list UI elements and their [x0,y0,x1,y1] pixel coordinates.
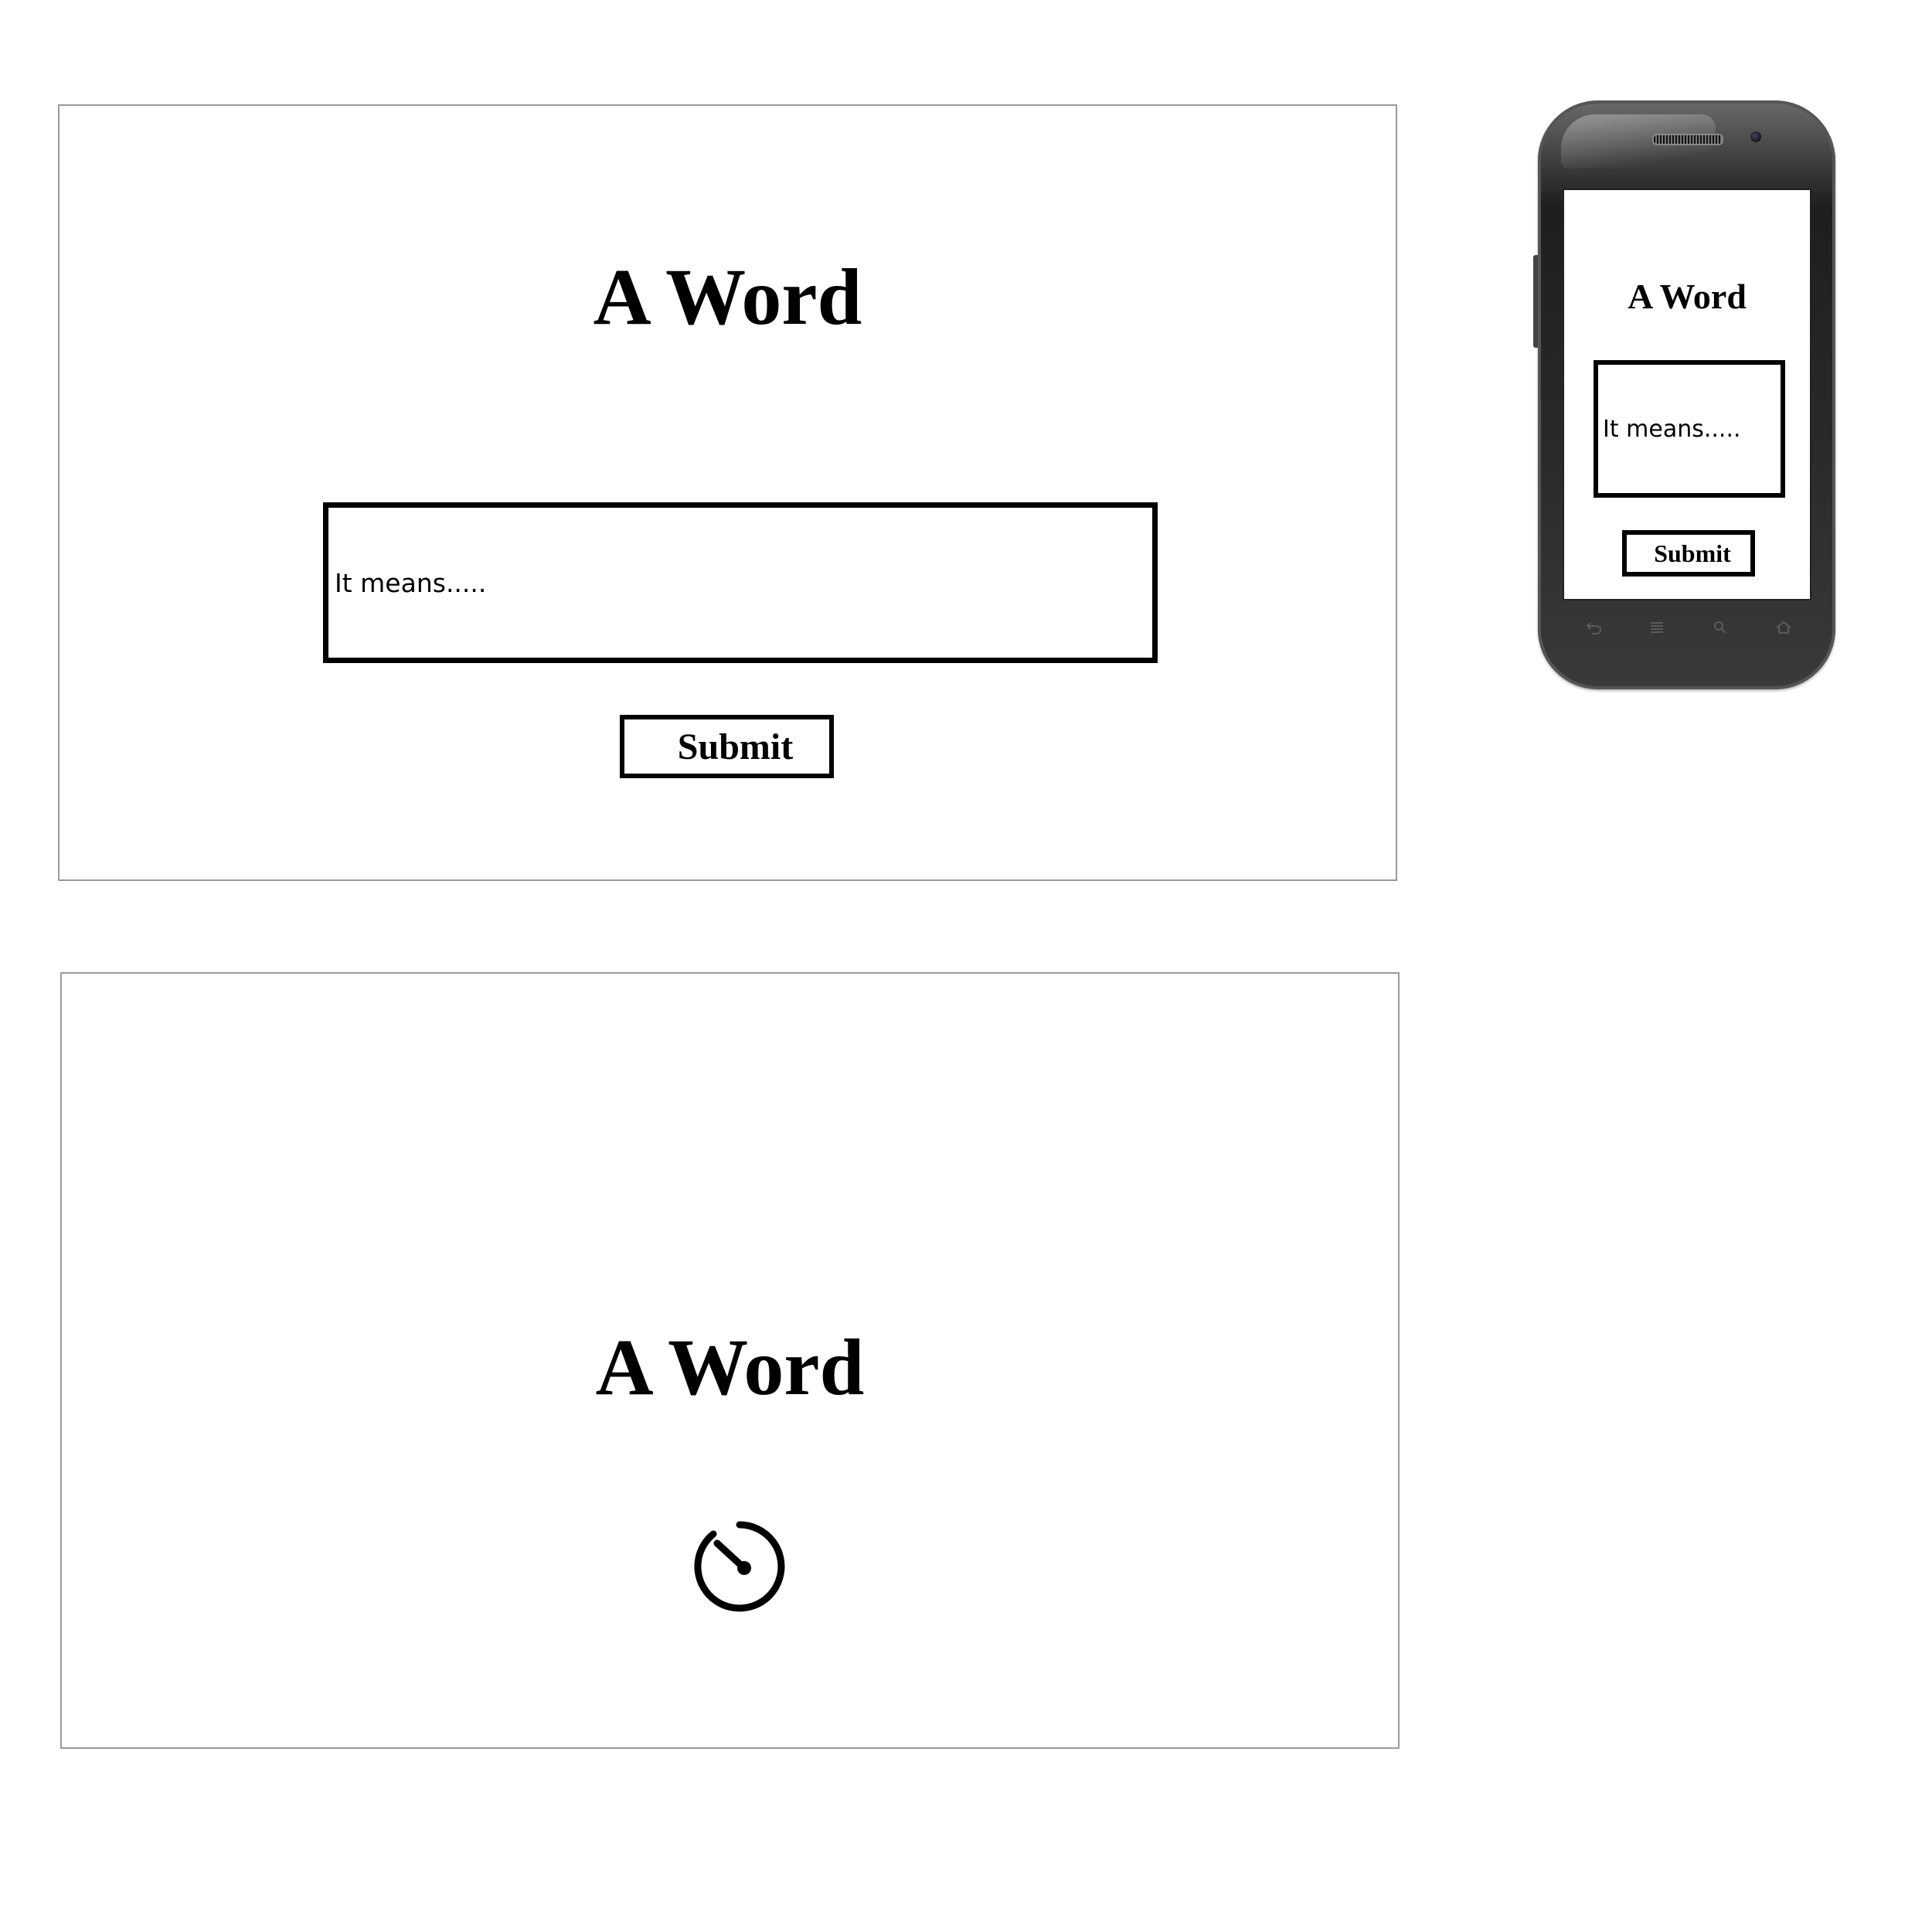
menu-icon[interactable] [1646,619,1668,636]
page-title: A Word [593,253,862,342]
camera-icon [1750,131,1761,142]
mobile-submit-button[interactable]: Submit [1622,530,1755,577]
phone-nav-bar [1577,617,1801,638]
meaning-input[interactable]: It means..... [323,502,1158,663]
submit-button[interactable]: Submit [620,715,834,778]
phone-speaker [1652,134,1723,145]
back-icon[interactable] [1583,619,1604,636]
phone-screen: A Word It means..... Submit [1563,189,1811,600]
mobile-meaning-input[interactable]: It means..... [1594,360,1785,498]
home-icon[interactable] [1773,619,1794,636]
search-icon[interactable] [1709,619,1731,636]
mobile-page-title: A Word [1628,277,1747,316]
loading-page-title: A Word [595,1323,865,1412]
phone-side-button [1533,255,1538,348]
timer-icon [694,1521,785,1612]
phone-device: A Word It means..... Submit [1533,100,1835,689]
